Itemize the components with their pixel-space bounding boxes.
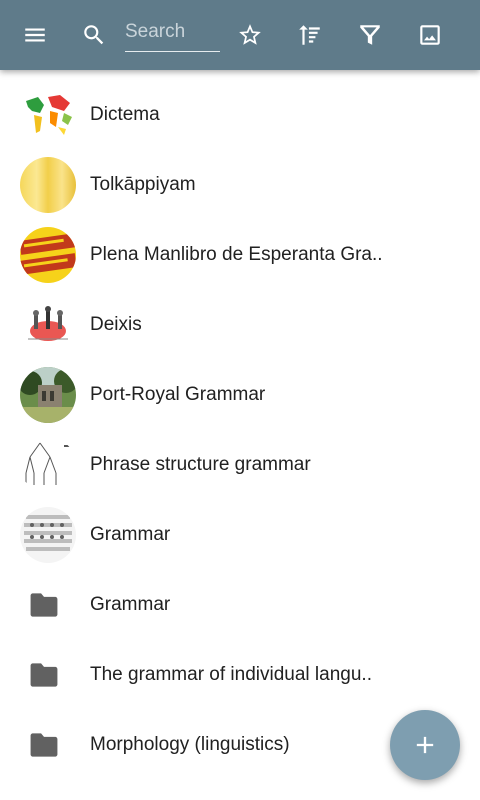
item-label: Morphology (linguistics) <box>90 734 290 755</box>
folder-icon <box>30 732 58 758</box>
filter-icon <box>360 25 380 45</box>
image-toggle-button[interactable] <box>406 11 454 59</box>
list-item[interactable]: Deixis <box>0 290 480 360</box>
world-map-thumbnail <box>20 87 76 143</box>
list-item[interactable]: The grammar of individual langu.. <box>0 640 480 710</box>
item-label: The grammar of individual langu.. <box>90 664 372 685</box>
list-item[interactable]: Grammar <box>0 570 480 640</box>
sort-button[interactable] <box>286 11 334 59</box>
chart-thumbnail <box>20 507 76 563</box>
article-list: Dictema Tolkāppiyam Plena Manlibro de Es… <box>0 80 480 780</box>
item-label: Dictema <box>90 104 160 125</box>
list-item[interactable]: Grammar <box>0 500 480 570</box>
image-icon <box>420 25 440 45</box>
folder-icon <box>30 662 58 688</box>
item-label: Tolkāppiyam <box>90 174 196 195</box>
item-label: Grammar <box>90 594 171 615</box>
deixis-diagram-thumbnail <box>20 297 76 353</box>
search-input[interactable] <box>125 14 220 50</box>
folder-icon <box>30 592 58 618</box>
tree-diagram-thumbnail <box>20 437 76 493</box>
favorites-button[interactable] <box>226 11 274 59</box>
star-outline-icon <box>239 24 261 45</box>
add-button[interactable] <box>390 710 460 780</box>
abbey-photo-thumbnail <box>20 367 76 423</box>
list-item[interactable]: Port-Royal Grammar <box>0 360 480 430</box>
search-button[interactable] <box>70 11 118 59</box>
item-label: Plena Manlibro de Esperanta Gra.. <box>90 244 383 265</box>
yellow-texture-thumbnail <box>20 157 76 213</box>
item-label: Grammar <box>90 524 171 545</box>
item-label: Port-Royal Grammar <box>90 384 266 405</box>
filter-button[interactable] <box>346 11 394 59</box>
search-field[interactable] <box>125 14 220 52</box>
list-item[interactable]: Plena Manlibro de Esperanta Gra.. <box>0 220 480 290</box>
list-item[interactable]: Phrase structure grammar <box>0 430 480 500</box>
book-cover-thumbnail <box>20 227 76 283</box>
menu-icon <box>25 28 45 42</box>
list-item[interactable]: Tolkāppiyam <box>0 150 480 220</box>
item-label: Deixis <box>90 314 142 335</box>
menu-button[interactable] <box>11 11 59 59</box>
list-item[interactable]: Dictema <box>0 80 480 150</box>
sort-icon <box>299 25 320 45</box>
item-label: Phrase structure grammar <box>90 454 311 475</box>
search-icon <box>84 25 104 45</box>
app-toolbar <box>0 0 480 70</box>
plus-icon <box>416 736 434 754</box>
